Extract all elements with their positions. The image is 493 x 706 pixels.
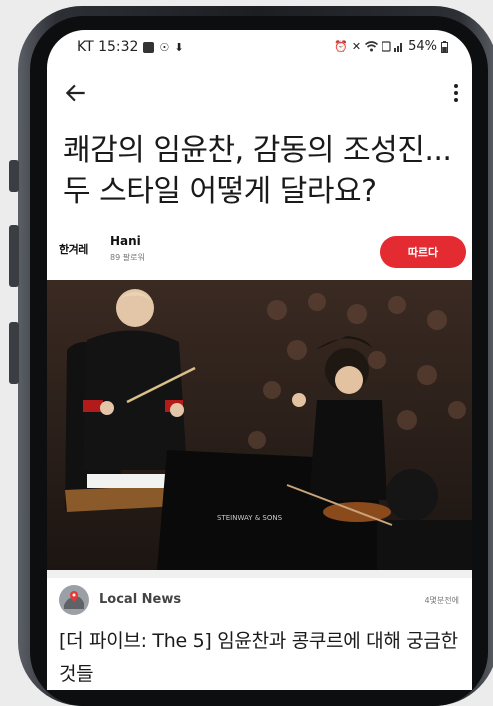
concert-photo-illustration: STEINWAY & SONS [47,280,472,570]
battery-icon [441,40,448,53]
back-button[interactable] [63,80,93,108]
source-avatar [59,585,89,615]
more-vert-icon [454,84,458,102]
article-photo[interactable]: STEINWAY & SONS [47,280,472,570]
local-news-logo-icon [59,585,89,615]
more-options-button[interactable] [446,80,466,108]
gallery-notification-icon [143,41,155,53]
mute-icon: ✕ [351,40,362,53]
wifi-icon [365,41,379,52]
next-card-title[interactable]: [더 파이브: The 5] 임윤찬과 콩쿠르에 대해 궁금한 것들 [59,625,459,690]
publisher-row: 한겨레 Hani 89 팔로워 따르다 [59,234,466,270]
piano-brand-label: STEINWAY & SONS [217,514,283,522]
follow-button[interactable]: 따르다 [380,236,466,268]
status-bar: KT 15:32 ☉ ⬇ ⏰ ✕ 54% [47,30,472,64]
section-divider [47,570,472,578]
back-arrow-icon [65,84,85,102]
action-button [9,160,19,192]
app-notification-icon: ☉ [159,40,170,54]
source-name: Local News [99,592,182,607]
app-toolbar [47,74,472,114]
volume-down-button [9,322,19,384]
alarm-icon: ⏰ [334,40,348,53]
publisher-logo[interactable]: 한겨레 [59,241,88,257]
publisher-name[interactable]: Hani [110,234,141,248]
battery-level: 54% [408,39,437,54]
follower-count: 89 팔로워 [110,253,145,262]
signal-icon [382,41,403,52]
app-screen: KT 15:32 ☉ ⬇ ⏰ ✕ 54% 쾌감의 임윤찬, 감동의 조성진...… [47,30,472,690]
volume-up-button [9,225,19,287]
time-ago: 4몇분전에 [424,596,459,605]
article-title: 쾌감의 임윤찬, 감동의 조성진...두 스타일 어떻게 달라요? [63,133,452,209]
next-card-source-row[interactable]: Local News 4몇분전에 [59,585,459,619]
carrier-time: KT 15:32 [77,39,139,55]
download-notification-icon: ⬇ [174,40,184,54]
